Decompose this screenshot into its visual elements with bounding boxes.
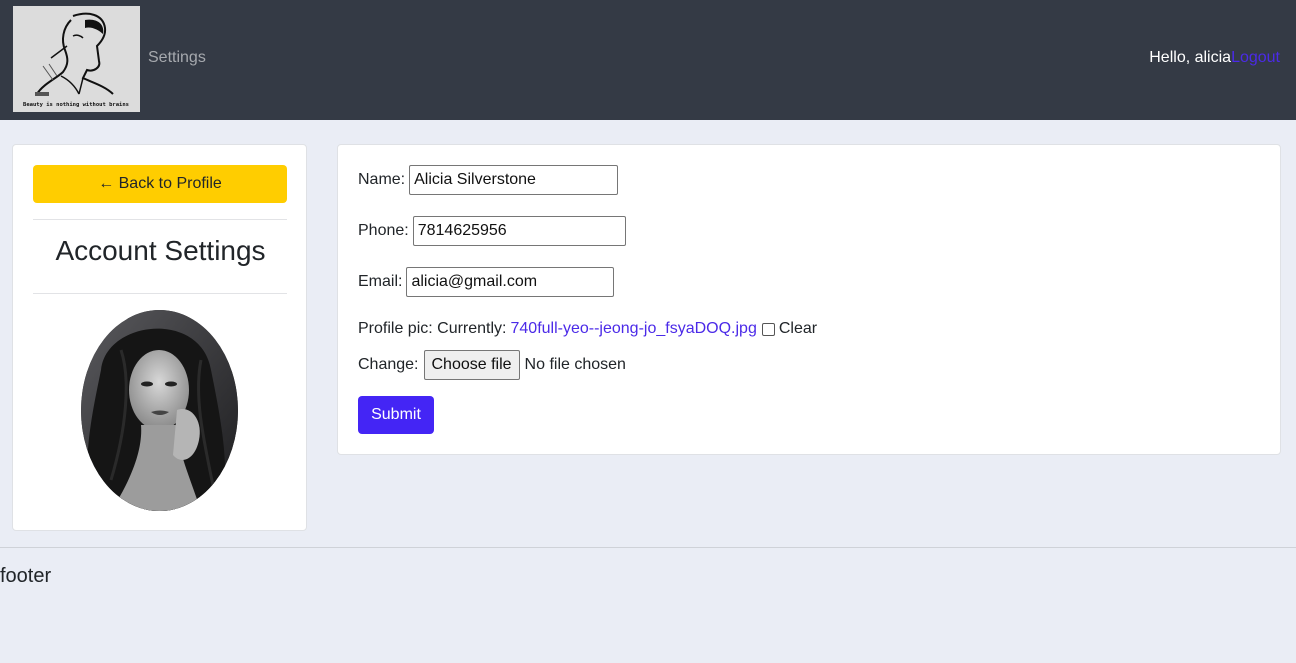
- account-settings-title: Account Settings: [55, 235, 266, 266]
- name-row: Name:: [358, 165, 619, 195]
- profile-avatar: [81, 310, 238, 511]
- phone-row: Phone:: [358, 216, 626, 246]
- change-pic-row: Change: Choose file No file chosen: [358, 350, 626, 380]
- current-pic-link[interactable]: 740full-yeo--jeong-jo_fsyaDOQ.jpg: [511, 320, 757, 338]
- profile-pic-label: Profile pic: Currently:: [358, 320, 507, 337]
- submit-button[interactable]: Submit: [358, 396, 434, 434]
- choose-file-button[interactable]: Choose file: [423, 350, 520, 380]
- clear-label: Clear: [778, 320, 818, 337]
- user-greeting: Hello, alicia: [1149, 49, 1232, 66]
- footer-divider: [0, 547, 1296, 548]
- email-input[interactable]: [406, 267, 615, 297]
- account-settings-form: Name: Phone: Email: Profile pic: Current…: [337, 144, 1281, 455]
- phone-label: Phone:: [358, 222, 409, 239]
- phone-input[interactable]: [412, 216, 626, 246]
- name-input[interactable]: [409, 165, 619, 195]
- logo-caption: Beauty is nothing without brains: [23, 102, 129, 108]
- user-greeting-area: Hello, aliciaLogout: [1149, 49, 1280, 67]
- email-label: Email:: [358, 273, 403, 290]
- top-navbar: Beauty is nothing without brains Setting…: [0, 0, 1296, 120]
- nav-settings-link[interactable]: Settings: [148, 49, 206, 67]
- back-to-profile-button[interactable]: ← Back to Profile: [33, 165, 287, 203]
- divider: [33, 219, 287, 220]
- name-label: Name:: [358, 171, 406, 188]
- profile-sidebar-card: ← Back to Profile Account Settings: [12, 144, 307, 531]
- file-status-text: No file chosen: [524, 356, 626, 373]
- email-row: Email:: [358, 267, 615, 297]
- logout-link[interactable]: Logout: [1231, 49, 1280, 66]
- site-logo[interactable]: Beauty is nothing without brains: [13, 6, 140, 112]
- footer-text: footer: [0, 565, 52, 587]
- clear-checkbox[interactable]: [761, 322, 775, 336]
- change-label: Change:: [358, 356, 419, 373]
- profile-pic-row: Profile pic: Currently: 740full-yeo--jeo…: [358, 320, 817, 338]
- divider: [33, 293, 287, 294]
